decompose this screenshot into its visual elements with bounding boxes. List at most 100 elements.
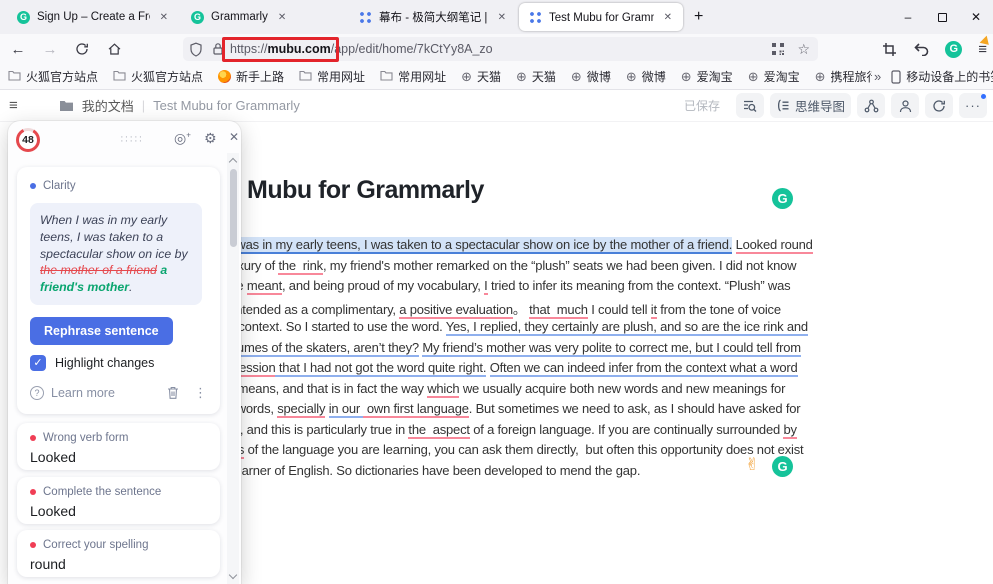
share-button[interactable]	[857, 93, 885, 118]
document-text-line[interactable]: what she meant, and being proud of my vo…	[193, 278, 813, 299]
drag-handle-icon[interactable]: ··········	[120, 135, 143, 143]
undo-extension-icon[interactable]	[913, 42, 929, 56]
suggestion-card[interactable]: Correct your spellinground	[17, 530, 220, 577]
bookmark-label: 常用网址	[317, 68, 365, 85]
grammarly-error-span: own first language	[363, 401, 468, 418]
grammarly-extension-icon[interactable]: G	[945, 41, 962, 58]
bookmark-star-icon[interactable]: ☆	[797, 42, 810, 56]
folder-icon	[380, 70, 393, 84]
panel-scrollbar[interactable]	[227, 153, 239, 584]
settings-gear-icon[interactable]: ⚙	[204, 130, 217, 147]
maximize-button[interactable]	[925, 0, 959, 34]
scroll-up-arrow[interactable]	[229, 158, 237, 166]
bookmark-item[interactable]: ⊕爱淘宝	[681, 68, 733, 85]
card-category-row: Wrong verb form	[30, 432, 220, 444]
scroll-down-arrow[interactable]	[229, 571, 237, 579]
tab-strip: GSign Up – Create a Free Acco✕GGrammarly…	[0, 0, 684, 34]
suggestion-text: round	[30, 556, 220, 572]
document-text-line[interactable]: speakers of the language you are learnin…	[193, 442, 813, 463]
document-text-line[interactable]: roughly means, and that is in fact the w…	[193, 381, 813, 402]
document-text-line[interactable]: her expression that I had not got the wo…	[193, 360, 813, 381]
shield-icon	[189, 42, 203, 57]
document-text-line[interactable]: plushion, and this is particularly true …	[193, 422, 813, 443]
screenshot-extension-icon[interactable]	[882, 42, 897, 57]
minimize-button[interactable]: –	[891, 0, 925, 34]
browser-tab[interactable]: Test Mubu for Grammarly - 幕✕	[519, 3, 683, 31]
suggestion-card[interactable]: Wrong verb formLooked	[17, 423, 220, 470]
mubu-toolbar-actions: 已保存 思维导图 ···	[684, 93, 987, 118]
bookmark-item[interactable]: ⊕天猫	[516, 68, 556, 85]
new-tab-button[interactable]: +	[684, 6, 713, 28]
panel-close-icon[interactable]: ✕	[229, 130, 239, 144]
document-text-line[interactable]: and the context. So I started to use the…	[193, 319, 813, 340]
tab-close-icon[interactable]: ✕	[157, 10, 171, 25]
bookmark-item[interactable]: ⊕爱淘宝	[748, 68, 800, 85]
browser-tab[interactable]: G Grammarly ✕	[181, 3, 347, 31]
document-text-line[interactable]: clearly intended as a complimentary, a p…	[193, 299, 813, 320]
highlight-changes-checkbox[interactable]: ✓	[30, 355, 46, 371]
mobile-bookmarks[interactable]: 移动设备上的书签	[891, 68, 993, 85]
close-window-button[interactable]: ✕	[959, 0, 993, 34]
suggestion-card[interactable]: Complete the sentenceLooked	[17, 477, 220, 524]
sync-icon	[932, 99, 946, 113]
qr-code-icon[interactable]	[771, 42, 785, 56]
collaborate-button[interactable]	[891, 93, 919, 118]
breadcrumb-folder[interactable]: 我的文档	[82, 96, 134, 115]
tab-close-icon[interactable]: ✕	[275, 10, 289, 25]
document-text-line[interactable]: familiar words, specially in our own fir…	[193, 401, 813, 422]
rephrase-sentence-button[interactable]: Rephrase sentence	[30, 317, 173, 345]
back-button[interactable]: ←	[4, 37, 32, 61]
window-controls: – ✕	[891, 0, 993, 34]
browser-tab[interactable]: GSign Up – Create a Free Acco✕	[7, 3, 179, 31]
score-badge[interactable]: 48	[16, 128, 40, 152]
sidebar-toggle-icon[interactable]: ≡	[9, 97, 17, 114]
bookmark-item[interactable]: ⊕携程旅行	[815, 68, 872, 85]
sync-button[interactable]	[925, 93, 953, 118]
menu-button[interactable]: ≡	[978, 41, 987, 58]
bookmark-label: 火狐官方站点	[131, 68, 203, 85]
text-span: for the learner of English. So dictionar…	[193, 463, 640, 478]
document-text-line[interactable]: the costumes of the skaters, aren’t they…	[193, 340, 813, 361]
more-button[interactable]: ···	[959, 93, 987, 118]
grammarly-favicon: G	[191, 11, 204, 24]
reload-button[interactable]	[68, 37, 96, 61]
grammarly-title-badge[interactable]: G	[772, 188, 793, 209]
document-text-line[interactable]: at the luxury of the rink, my friend's m…	[193, 258, 813, 279]
bookmark-item[interactable]: ⊕微博	[626, 68, 666, 85]
bookmark-item[interactable]: ⊕微博	[571, 68, 611, 85]
find-button[interactable]	[736, 93, 764, 118]
kebab-menu-icon[interactable]: ⋮	[194, 385, 207, 401]
document-text-line[interactable]: When I was in my early teens, I was take…	[193, 237, 813, 258]
tab-close-icon[interactable]: ✕	[661, 10, 675, 25]
share-structure-icon	[864, 99, 879, 113]
bookmark-item[interactable]: ⊕天猫	[461, 68, 501, 85]
scrollbar-thumb[interactable]	[230, 169, 237, 247]
document-body: When I was in my early teens, I was take…	[193, 237, 813, 483]
grammarly-panel: 48 ·········· ◎+ ⚙ ✕ Clarity When I was …	[8, 121, 241, 584]
tab-title: Grammarly	[211, 11, 268, 23]
document-text-line[interactable]: for the learner of English. So dictionar…	[193, 463, 813, 484]
bookmark-item[interactable]: 火狐官方站点	[113, 68, 203, 85]
forward-button[interactable]: →	[36, 37, 64, 61]
url-bar[interactable]: https://mubu.com/app/edit/home/7kCtYy8A_…	[183, 37, 818, 61]
trash-icon[interactable]	[166, 385, 180, 400]
bookmark-item[interactable]: 火狐官方站点	[8, 68, 98, 85]
clarity-suggestion-card[interactable]: Clarity When I was in my early teens, I …	[17, 167, 220, 414]
bookmark-item[interactable]: 新手上路	[218, 68, 284, 85]
browser-tab[interactable]: 幕布 - 极简大纲笔记 | 一键生✕	[349, 3, 517, 31]
text-span: , my friend's mother remarked on the “pl…	[323, 258, 796, 273]
tab-close-icon[interactable]: ✕	[495, 10, 509, 25]
bookmark-item[interactable]: 常用网址	[380, 68, 446, 85]
goals-icon[interactable]: ◎+	[174, 130, 191, 147]
url-path: /app/edit/home/7kCtYy8A_zo	[331, 42, 493, 56]
home-button[interactable]	[100, 37, 128, 61]
mindmap-button[interactable]: 思维导图	[770, 93, 851, 118]
bookmark-label: 火狐官方站点	[26, 68, 98, 85]
bookmarks-overflow-chevron[interactable]: »	[874, 69, 881, 84]
grammarly-inline-badge[interactable]: G	[772, 456, 793, 477]
learn-more-link[interactable]: Learn more	[51, 386, 115, 400]
grammarly-error-span: which	[427, 381, 459, 398]
grammarly-error-span: specially	[277, 401, 325, 418]
tab-title: Sign Up – Create a Free Acco	[37, 11, 150, 23]
bookmark-item[interactable]: 常用网址	[299, 68, 365, 85]
